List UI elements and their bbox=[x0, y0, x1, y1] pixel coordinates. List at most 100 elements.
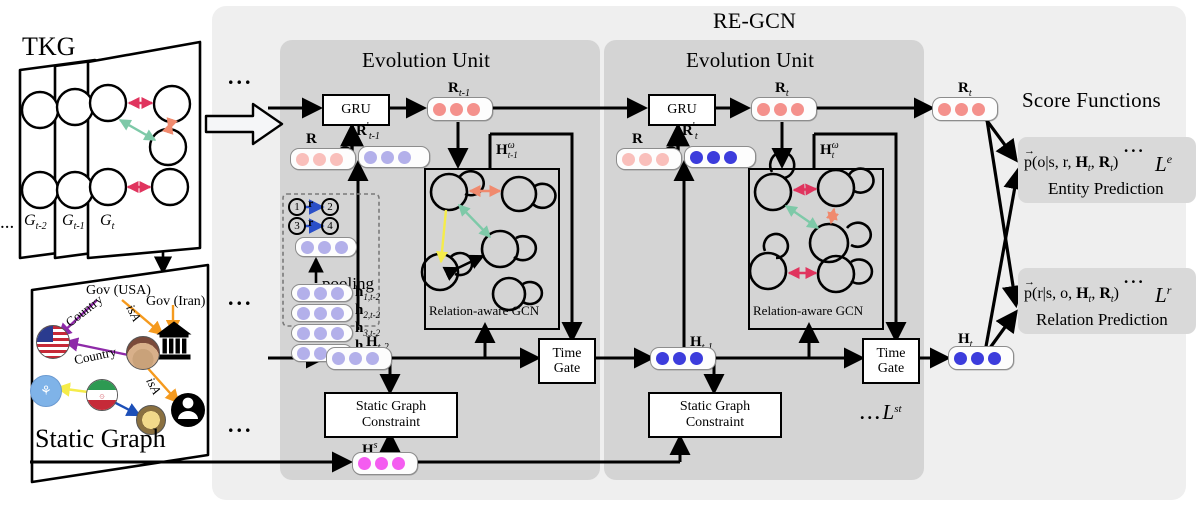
homega-letter-1: H bbox=[496, 142, 508, 158]
relation-embedding-vector-unit1 bbox=[290, 148, 356, 170]
r-letter-2: R bbox=[632, 131, 643, 147]
entity-ellipsis: ... bbox=[1124, 137, 1146, 156]
snapshot-sub-3: t bbox=[111, 221, 115, 233]
entity-formula-mid: , bbox=[1090, 154, 1099, 171]
static-loss-ellipsis: ... bbox=[860, 403, 883, 423]
vec-dot bbox=[297, 286, 310, 300]
entity-embedding-vector-2 bbox=[291, 304, 353, 322]
out-r-letter: R bbox=[958, 80, 969, 96]
hidden-state-vector-unit2 bbox=[650, 347, 716, 370]
vec-dot bbox=[297, 306, 310, 320]
output-relation-vector bbox=[932, 97, 998, 121]
vec-dot bbox=[392, 457, 405, 470]
relation-aware-gcn-label-unit1: Relation-aware GCN bbox=[429, 303, 540, 318]
vec-dot bbox=[622, 152, 635, 166]
vec-dot bbox=[296, 152, 309, 166]
entity-embedding-label-1: h1,t-2 bbox=[355, 284, 380, 302]
snapshot-g-1: G bbox=[24, 212, 36, 229]
gcn-output-label-unit1: Hωt-1 bbox=[496, 140, 518, 160]
snapshot-label-t-1: Gt-1 bbox=[62, 212, 85, 232]
h1-sub: 1,t-2 bbox=[363, 292, 381, 302]
vec-dot bbox=[690, 352, 703, 365]
snapshot-sub-1: t-2 bbox=[35, 221, 47, 233]
vec-dot bbox=[381, 150, 394, 164]
vec-dot bbox=[972, 102, 985, 116]
vec-arrow-icon: → bbox=[1024, 145, 1035, 157]
person-silhouette-icon bbox=[171, 393, 205, 427]
ellipsis-bottom: ... bbox=[228, 412, 254, 437]
out-h-letter: H bbox=[958, 331, 970, 347]
relation-formula-close: ) bbox=[1113, 285, 1119, 302]
entity-loss-letter: L bbox=[1155, 152, 1167, 176]
gcn-output-label-unit2: Hωt bbox=[820, 140, 839, 160]
snapshot-g-2: G bbox=[62, 212, 74, 229]
relation-hidden-vector-unit2 bbox=[684, 146, 756, 168]
entity-loss-label: Le bbox=[1155, 152, 1172, 177]
relation-embedding-vector-unit2 bbox=[616, 148, 682, 170]
sgc-line2: Constraint bbox=[361, 415, 421, 430]
entity-embedding-vector-3 bbox=[291, 324, 353, 342]
relation-input-label-unit2: R bbox=[632, 131, 643, 148]
vec-dot bbox=[335, 240, 348, 254]
time-gate-line2: Gate bbox=[877, 361, 905, 376]
vec-dot bbox=[988, 351, 1001, 365]
vec-dot bbox=[757, 102, 770, 116]
vec-dot bbox=[690, 150, 703, 164]
entity-formula-R: R bbox=[1098, 154, 1111, 171]
vec-dot bbox=[331, 306, 344, 320]
vec-dot bbox=[971, 351, 984, 365]
homega-sub-2: t bbox=[831, 150, 835, 160]
pooling-node-2: 2 bbox=[327, 201, 333, 213]
vec-dot bbox=[955, 102, 968, 116]
relation-output-vector-unit2 bbox=[751, 97, 817, 121]
vec-dot bbox=[364, 150, 377, 164]
static-node-gov-iran: Gov (Iran) bbox=[146, 294, 206, 309]
static-graph-constraint-unit1[interactable]: Static Graph Constraint bbox=[324, 392, 458, 438]
snapshot-sub-2: t-1 bbox=[73, 221, 85, 233]
relation-loss-label: Lr bbox=[1155, 283, 1171, 308]
h2-sub: 2,t-2 bbox=[363, 310, 381, 320]
sgc2-line1: Static Graph bbox=[679, 399, 751, 414]
static-embedding-vector bbox=[352, 452, 418, 475]
vec-dot bbox=[433, 102, 446, 116]
static-graph-constraint-unit2[interactable]: Static Graph Constraint bbox=[648, 392, 782, 438]
ellipsis-mid: ... bbox=[228, 285, 254, 310]
time-gate-line2: Gate bbox=[553, 361, 581, 376]
rt-letter: R bbox=[775, 80, 786, 96]
vec-dot bbox=[301, 240, 314, 254]
entity-formula-H: H bbox=[1075, 154, 1088, 171]
time-gate-unit2[interactable]: Time Gate bbox=[862, 338, 920, 384]
relation-aware-gcn-label-unit2: Relation-aware GCN bbox=[753, 303, 864, 318]
pooling-node-3: 3 bbox=[294, 220, 300, 232]
vec-dot bbox=[774, 102, 787, 116]
usa-flag-icon bbox=[36, 325, 70, 359]
relation-loss-sup: r bbox=[1166, 283, 1172, 297]
snapshot-g-3: G bbox=[100, 212, 112, 229]
relation-output-vector-unit1 bbox=[427, 97, 493, 121]
sgc2-line2: Constraint bbox=[685, 415, 745, 430]
snapshot-label-t: Gt bbox=[100, 212, 114, 232]
pooling-relation-label-2: r bbox=[308, 215, 314, 229]
gru-input-label-unit2: R't bbox=[682, 120, 698, 142]
relation-formula-H: H bbox=[1076, 285, 1089, 302]
vec-dot bbox=[297, 326, 310, 340]
vec-dot bbox=[724, 150, 737, 164]
static-loss-label: ...Lst bbox=[860, 400, 902, 425]
relation-formula-body: (r|s, o, bbox=[1032, 285, 1077, 302]
entity-loss-sup: e bbox=[1166, 152, 1173, 166]
person-photo-icon bbox=[126, 336, 160, 370]
vec-dot bbox=[349, 352, 362, 365]
output-entity-vector bbox=[948, 346, 1014, 370]
diagram-lines bbox=[18, 40, 1155, 484]
entity-formula-close: ) bbox=[1113, 154, 1119, 171]
vec-dot bbox=[330, 152, 343, 166]
relation-prediction-formula: → p(r|s, o, Ht, Rt) bbox=[1024, 276, 1119, 305]
vec-dot bbox=[314, 326, 327, 340]
static-loss-letter: L bbox=[882, 400, 895, 424]
relation-p-vector: → p bbox=[1024, 276, 1035, 302]
vec-dot bbox=[331, 286, 344, 300]
vec-dot bbox=[318, 240, 331, 254]
time-gate-unit1[interactable]: Time Gate bbox=[538, 338, 596, 384]
entity-p-vector: → p bbox=[1024, 145, 1035, 171]
time-gate-line1: Time bbox=[876, 346, 906, 361]
